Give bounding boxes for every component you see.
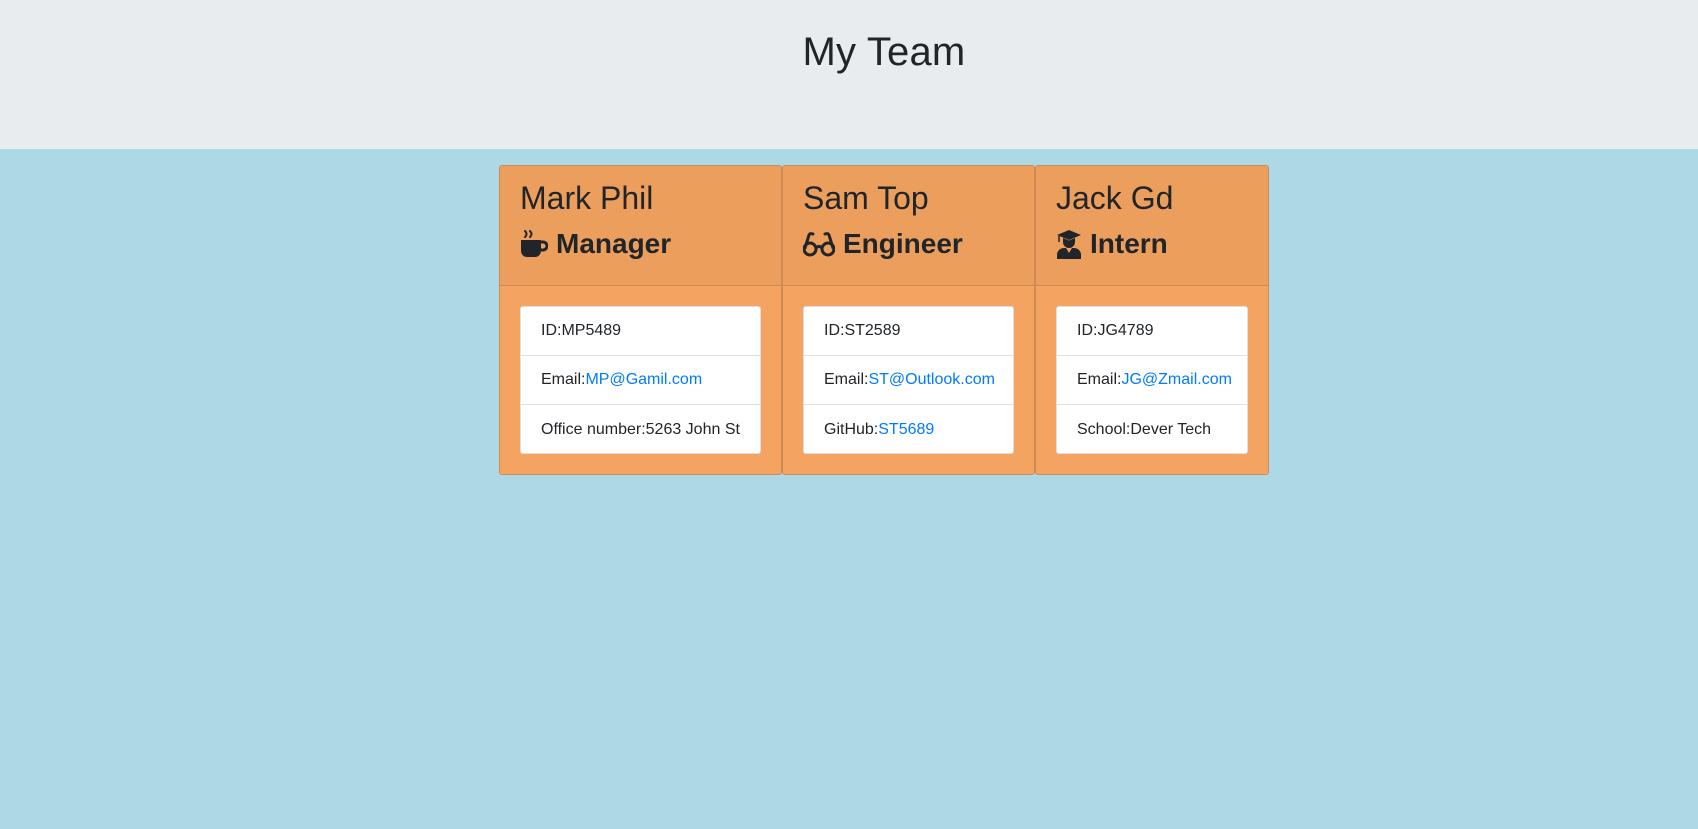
- id-value: JG4789: [1097, 322, 1154, 339]
- employee-details-list: ID: MP5489 Email: MP@Gamil.com Office nu…: [520, 306, 761, 454]
- list-item-github: GitHub: ST5689: [804, 405, 1013, 454]
- list-item-school: School: Dever Tech: [1057, 405, 1247, 454]
- id-label: ID:: [541, 322, 562, 339]
- github-link[interactable]: ST5689: [878, 421, 934, 439]
- card-header: Mark Phil Manager: [500, 166, 781, 286]
- email-link[interactable]: ST@Outlook.com: [868, 371, 995, 389]
- employee-name: Sam Top: [803, 180, 929, 216]
- id-label: ID:: [824, 322, 845, 339]
- email-label: Email:: [541, 371, 586, 388]
- employee-card-intern: Jack Gd Intern ID: JG4789 Email: JG@Zmai…: [1035, 165, 1269, 475]
- page-header: My Team: [0, 0, 1698, 149]
- glasses-icon: [802, 230, 836, 258]
- role-label: Intern: [1090, 228, 1168, 259]
- github-label: GitHub:: [824, 420, 879, 438]
- list-item-office: Office number: 5263 John St: [521, 405, 760, 454]
- id-label: ID:: [1077, 322, 1098, 339]
- employee-card-manager: Mark Phil Manager ID: MP5489 Email: MP@G…: [499, 165, 782, 475]
- card-header: Sam Top Engineer: [783, 166, 1034, 286]
- employee-details-list: ID: ST2589 Email: ST@Outlook.com GitHub:…: [803, 306, 1014, 454]
- mug-icon: [520, 229, 549, 259]
- employee-name: Jack Gd: [1056, 180, 1174, 216]
- role-label: Engineer: [843, 228, 963, 259]
- email-link[interactable]: MP@Gamil.com: [585, 371, 702, 389]
- list-item-email: Email: JG@Zmail.com: [1057, 356, 1247, 405]
- list-item-email: Email: ST@Outlook.com: [804, 356, 1013, 405]
- id-value: MP5489: [561, 322, 622, 339]
- card-header: Jack Gd Intern: [1036, 166, 1268, 286]
- employee-role: Manager: [520, 228, 671, 260]
- employee-card-engineer: Sam Top Engineer ID: ST2589 Email: ST@Ou…: [782, 165, 1035, 475]
- school-label: School:: [1077, 420, 1131, 438]
- list-item-id: ID: ST2589: [804, 307, 1013, 356]
- email-label: Email:: [824, 371, 869, 388]
- employee-role: Engineer: [802, 228, 963, 260]
- school-value: Dever Tech: [1130, 420, 1212, 438]
- employee-name: Mark Phil: [520, 180, 654, 216]
- list-item-id: ID: MP5489: [521, 307, 760, 356]
- role-label: Manager: [556, 228, 672, 259]
- employee-details-list: ID: JG4789 Email: JG@Zmail.com School: D…: [1056, 306, 1248, 454]
- graduate-icon: [1056, 229, 1082, 259]
- page-title: My Team: [802, 30, 966, 74]
- list-item-email: Email: MP@Gamil.com: [521, 356, 760, 405]
- id-value: ST2589: [844, 322, 901, 339]
- email-link[interactable]: JG@Zmail.com: [1121, 371, 1231, 389]
- office-label: Office number:: [541, 420, 646, 438]
- employee-role: Intern: [1056, 228, 1168, 260]
- office-value: 5263 John St: [645, 420, 740, 438]
- list-item-id: ID: JG4789: [1057, 307, 1247, 356]
- email-label: Email:: [1077, 371, 1122, 388]
